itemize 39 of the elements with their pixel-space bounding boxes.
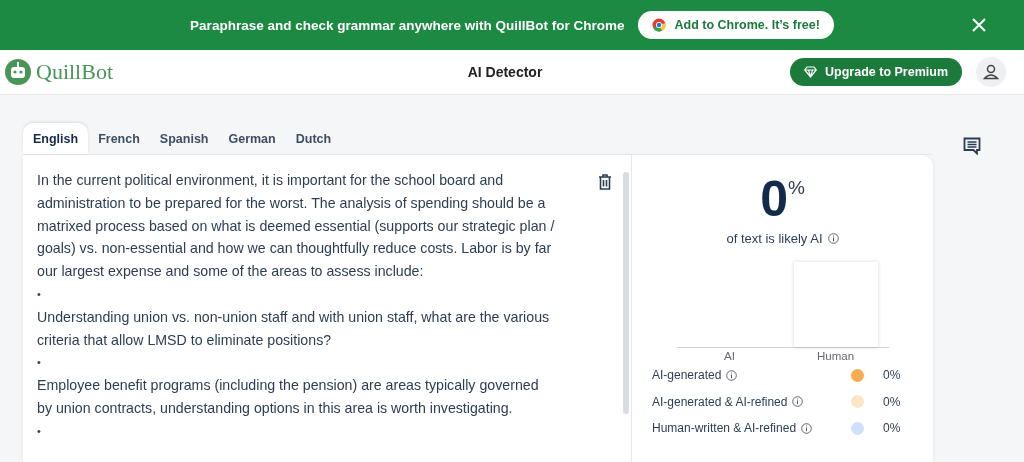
paragraph: In the current political environment, it is important for the school board and administration to be prepared for the worst. The analysis of spending should be a matrixed process based on what is deemed essential (supports our strategic plan / goals) vs. non-essential and how we can thoughtfully reduce costs. Labor is by far our largest expense and some of the areas to assess include: [37, 171, 556, 282]
upgrade-button[interactable]: Upgrade to Premium [790, 58, 962, 86]
percent-sign: % [787, 177, 805, 198]
axis-label: Human [815, 350, 856, 362]
diamond-icon [804, 66, 818, 78]
bullet-point: • [37, 287, 42, 302]
legend-label: AI-generated & AI-refined [652, 394, 788, 409]
robot-logo-icon [4, 58, 32, 86]
language-tab[interactable]: French [88, 123, 150, 154]
info-icon[interactable] [726, 369, 738, 381]
score-caption: of text is likely AI [726, 231, 823, 246]
close-icon[interactable] [972, 18, 986, 32]
paragraph: Employee benefit programs (including the pension) are areas typically governed by union contracts, understanding options in this area is worth investigating. [37, 376, 540, 418]
chrome-icon [652, 18, 667, 32]
info-icon[interactable] [792, 396, 804, 408]
axis-label: AI [723, 350, 736, 362]
scrollbar[interactable] [623, 172, 629, 414]
legend-value: 0% [883, 368, 902, 383]
language-tab[interactable]: Spanish [149, 123, 219, 154]
banner-message: Paraphrase and check grammar anywhere with QuillBot for Chrome [190, 17, 625, 33]
bullet-point: • [37, 355, 42, 371]
logo-text[interactable]: QuillBot [36, 59, 113, 85]
trash-icon[interactable] [598, 174, 612, 190]
page-title: AI Detector [467, 64, 543, 80]
legend-value: 0% [883, 394, 902, 409]
legend-label: Human-written & AI-refined [652, 421, 797, 436]
info-icon[interactable] [827, 233, 839, 244]
legend-label: AI-generated [652, 368, 722, 383]
language-tab[interactable]: German [218, 123, 286, 154]
comment-icon[interactable] [963, 137, 981, 155]
ai-score: 0 [760, 173, 788, 225]
bullet-point: • [37, 423, 42, 439]
paragraph: Understanding union vs. non-union staff and with union staff, what are the various criteria that allow LMSD to eliminate positions? [37, 307, 551, 350]
add-to-chrome-button[interactable]: Add to Chrome. It’s free! [638, 11, 834, 39]
user-icon[interactable] [976, 57, 1006, 87]
info-icon[interactable] [801, 422, 813, 434]
language-tab[interactable]: Dutch [285, 123, 342, 154]
legend-value: 0% [883, 421, 902, 436]
language-tab[interactable]: English [23, 123, 89, 154]
